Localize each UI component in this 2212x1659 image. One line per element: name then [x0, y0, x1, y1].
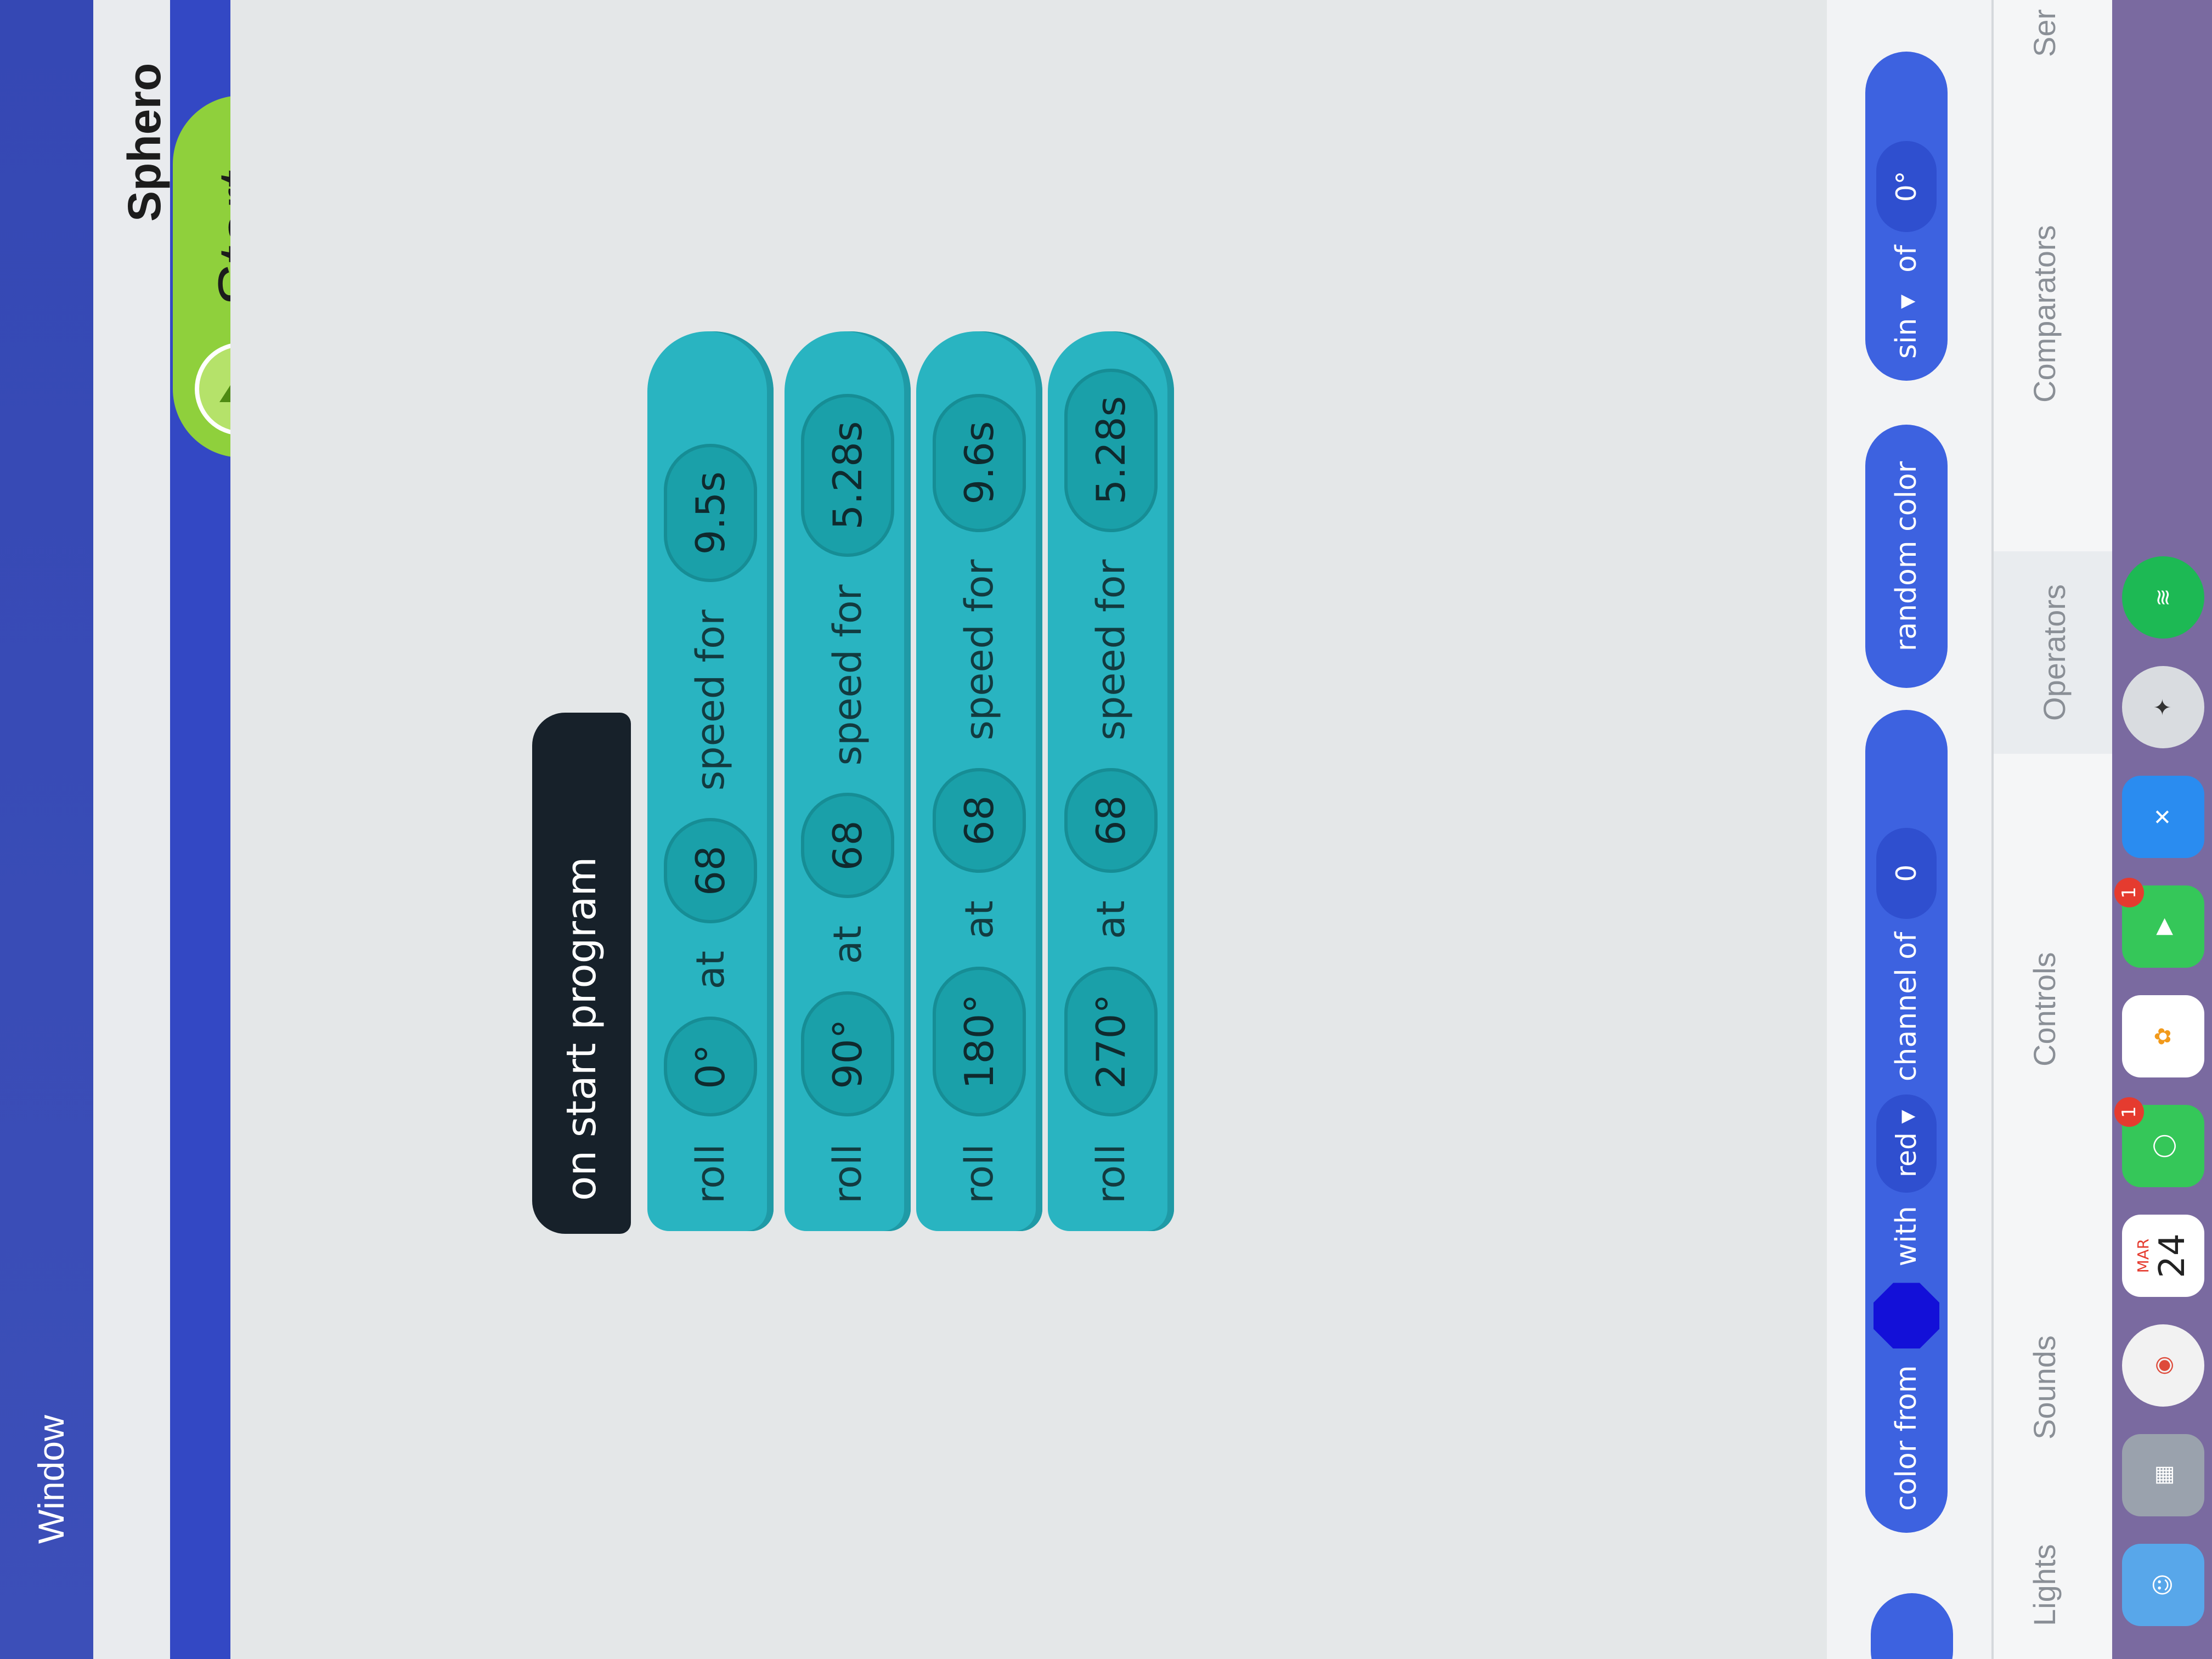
speed-for-label: speed for	[825, 584, 870, 766]
color-from-label: color from	[1890, 1365, 1923, 1511]
speed-field[interactable]: 68	[664, 818, 757, 923]
calendar-month: MAR	[2134, 1238, 2152, 1273]
messages-icon[interactable]: ◯ 1	[2114, 1097, 2204, 1187]
photos-icon[interactable]: ✿	[2122, 995, 2204, 1077]
heading-field[interactable]: 180°	[933, 966, 1026, 1117]
channel-dropdown[interactable]: red ▾	[1876, 1094, 1937, 1193]
calendar-day: 24	[2152, 1233, 2193, 1278]
facetime-badge: 1	[2114, 878, 2144, 907]
category-tabs: Lights Sounds Controls Operators Compara…	[1991, 0, 2114, 1659]
palette-color-block[interactable]	[1871, 1593, 1953, 1659]
safari-icon[interactable]: ✦	[2122, 666, 2204, 748]
at-label: at	[1088, 900, 1133, 939]
spotify-icon[interactable]: ≋	[2122, 556, 2204, 639]
trig-value-field[interactable]: 0°	[1876, 140, 1937, 232]
heading-field[interactable]: 270°	[1064, 966, 1158, 1117]
launchpad-icon[interactable]: ▦	[2122, 1434, 2204, 1516]
facetime-icon[interactable]: ▶ 1	[2114, 878, 2204, 968]
title-strip	[93, 0, 170, 1659]
speed-field[interactable]: 68	[1064, 768, 1158, 873]
duration-field[interactable]: 5.28s	[1064, 368, 1158, 532]
roll-block[interactable]: roll 90° at 68 speed for 5.28s	[785, 331, 911, 1231]
roll-block[interactable]: roll 180° at 68 speed for 9.6s	[916, 331, 1042, 1231]
of-label: of	[1890, 245, 1923, 273]
on-start-event-block[interactable]: on start program	[532, 713, 631, 1234]
speed-field[interactable]: 68	[801, 793, 894, 899]
code-canvas[interactable]: on start program roll 0° at 68 speed for…	[230, 0, 1832, 1659]
color-from-channel-block[interactable]: color from with red ▾ channel of 0	[1865, 710, 1948, 1533]
heading-field[interactable]: 0°	[664, 1017, 757, 1117]
roll-block[interactable]: roll 0° at 68 speed for 9.5s	[647, 331, 774, 1231]
trig-block[interactable]: sin ▾ of 0°	[1865, 52, 1948, 381]
window-menu[interactable]: Window	[30, 1415, 72, 1544]
dock: ☺ ▦ ◉ MAR 24 ◯ 1 ✿ ▶ 1 ✕ ✦ ≋	[2112, 0, 2212, 1659]
at-label: at	[957, 900, 1002, 939]
tab-lights[interactable]: Lights	[2027, 1544, 2062, 1626]
duration-field[interactable]: 9.6s	[933, 393, 1026, 532]
random-color-block[interactable]: random color	[1865, 425, 1948, 688]
roll-label: roll	[957, 1144, 1002, 1204]
tab-operators[interactable]: Operators	[1994, 551, 2114, 754]
tab-controls[interactable]: Controls	[2027, 952, 2062, 1066]
color-swatch[interactable]	[1874, 1283, 1939, 1348]
tab-sensors[interactable]: Ser	[2027, 9, 2062, 57]
at-label: at	[688, 950, 733, 990]
channel-of-label: channel of	[1890, 932, 1923, 1082]
finder-icon[interactable]: ☺	[2122, 1544, 2204, 1626]
speed-field[interactable]: 68	[933, 768, 1026, 873]
channel-value-field[interactable]: 0	[1876, 827, 1937, 919]
heading-field[interactable]: 90°	[801, 991, 894, 1117]
roll-label: roll	[1088, 1144, 1133, 1204]
with-label: with	[1890, 1206, 1923, 1267]
trig-dropdown[interactable]: sin ▾	[1890, 295, 1923, 359]
speed-for-label: speed for	[957, 559, 1002, 741]
speed-for-label: speed for	[688, 610, 733, 791]
xcode-icon[interactable]: ✕	[2122, 776, 2204, 858]
roll-label: roll	[825, 1144, 870, 1204]
duration-field[interactable]: 5.28s	[801, 393, 894, 557]
tab-comparators[interactable]: Comparators	[2027, 225, 2062, 403]
chrome-icon[interactable]: ◉	[2122, 1324, 2204, 1407]
speed-for-label: speed for	[1088, 559, 1133, 741]
random-color-label: random color	[1890, 461, 1923, 652]
calendar-icon[interactable]: MAR 24	[2122, 1215, 2204, 1297]
roll-block[interactable]: roll 270° at 68 speed for 5.28s	[1048, 331, 1174, 1231]
screen: Window Sphero Edu Start on start program…	[0, 0, 2212, 1659]
duration-field[interactable]: 9.5s	[664, 444, 757, 583]
menu-bar: Window	[0, 0, 93, 1659]
event-label: on start program	[558, 856, 605, 1201]
messages-badge: 1	[2114, 1097, 2144, 1127]
roll-label: roll	[688, 1144, 733, 1204]
block-palette: color from with red ▾ channel of 0 rando…	[1827, 0, 1991, 1659]
tab-sounds[interactable]: Sounds	[2027, 1335, 2062, 1440]
at-label: at	[825, 926, 870, 964]
